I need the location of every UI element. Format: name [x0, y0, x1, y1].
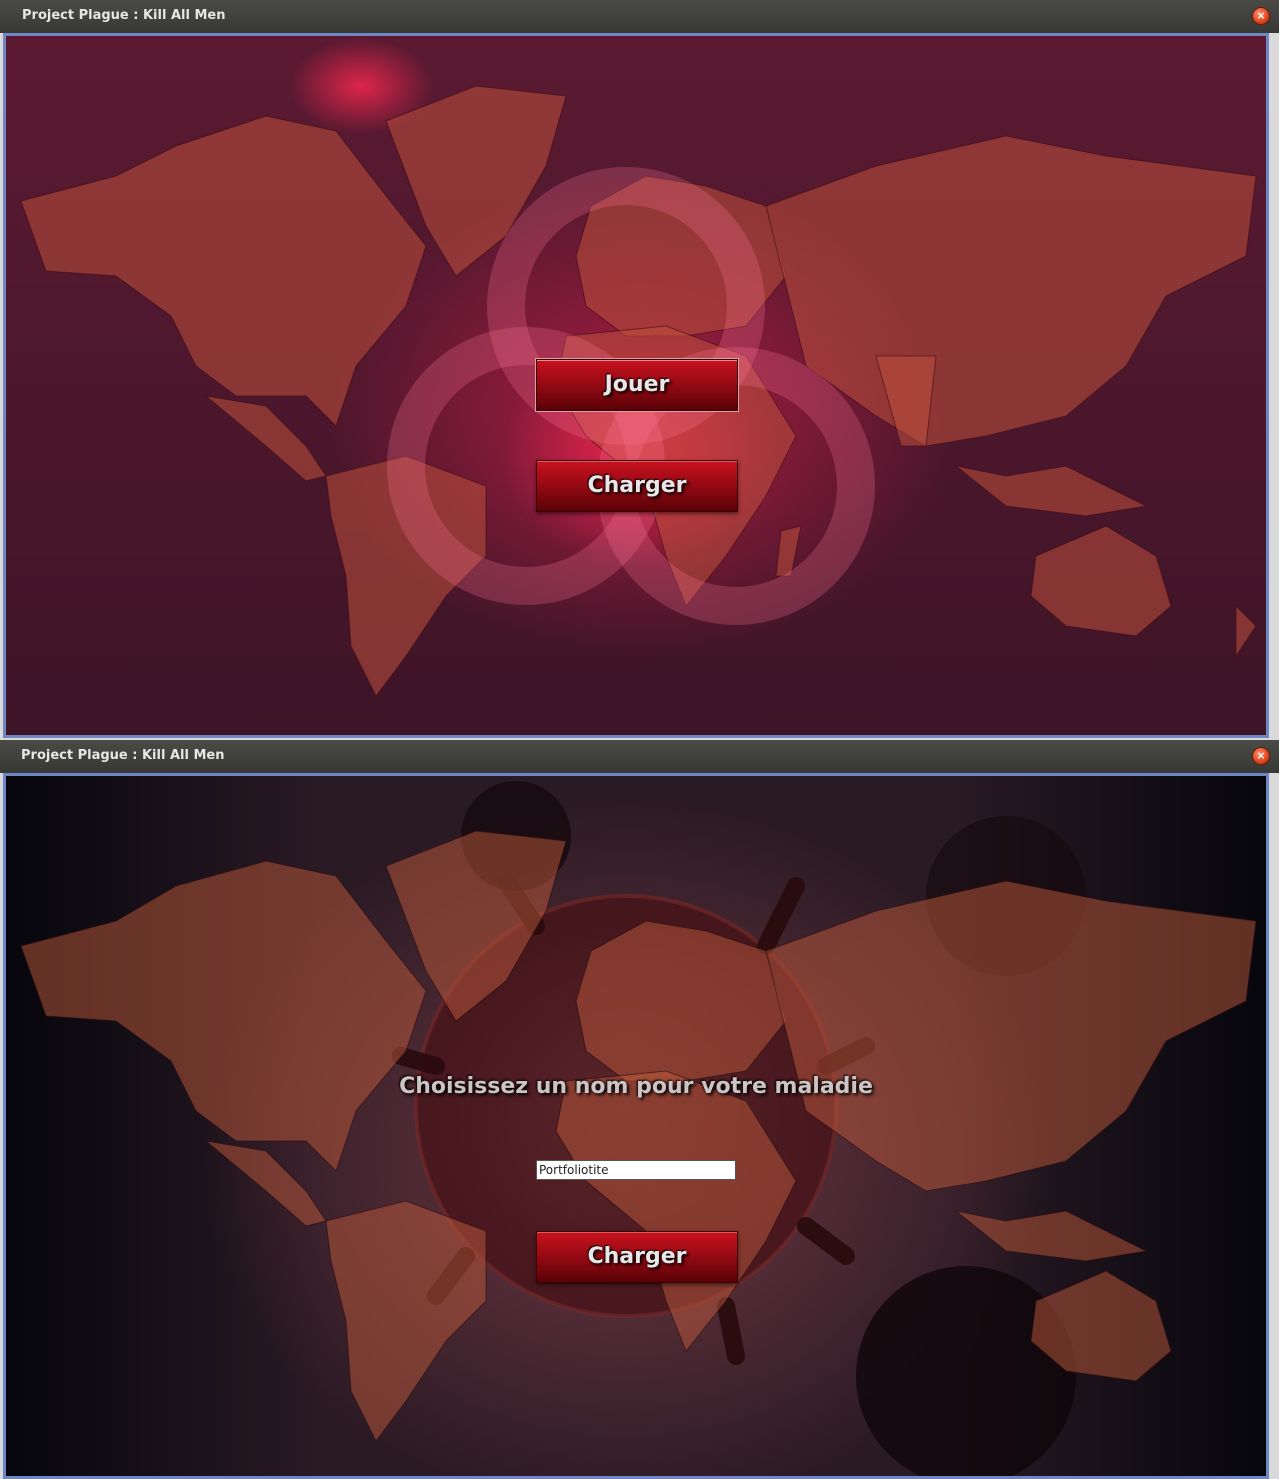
disease-name-input[interactable]: [536, 1160, 736, 1180]
play-button[interactable]: Jouer: [536, 359, 738, 411]
close-icon[interactable]: ×: [1253, 8, 1269, 24]
window-title: Project Plague : Kill All Men: [21, 748, 225, 763]
game-canvas: Jouer Charger: [3, 33, 1269, 738]
window-titlebar[interactable]: Project Plague : Kill All Men ×: [0, 0, 1279, 33]
window-titlebar[interactable]: Project Plague : Kill All Men ×: [0, 740, 1279, 773]
world-map: [20, 781, 1257, 1476]
main-menu-window: Project Plague : Kill All Men × Jouer Ch…: [0, 0, 1279, 738]
disease-name-window: Project Plague : Kill All Men × Choisiss…: [0, 740, 1279, 1479]
load-button[interactable]: Charger: [536, 1231, 738, 1283]
game-canvas: Choisissez un nom pour votre maladie Cha…: [3, 773, 1269, 1479]
window-title: Project Plague : Kill All Men: [22, 8, 226, 23]
load-button[interactable]: Charger: [536, 460, 738, 512]
disease-name-heading: Choisissez un nom pour votre maladie: [399, 1074, 873, 1099]
close-icon[interactable]: ×: [1253, 748, 1269, 764]
